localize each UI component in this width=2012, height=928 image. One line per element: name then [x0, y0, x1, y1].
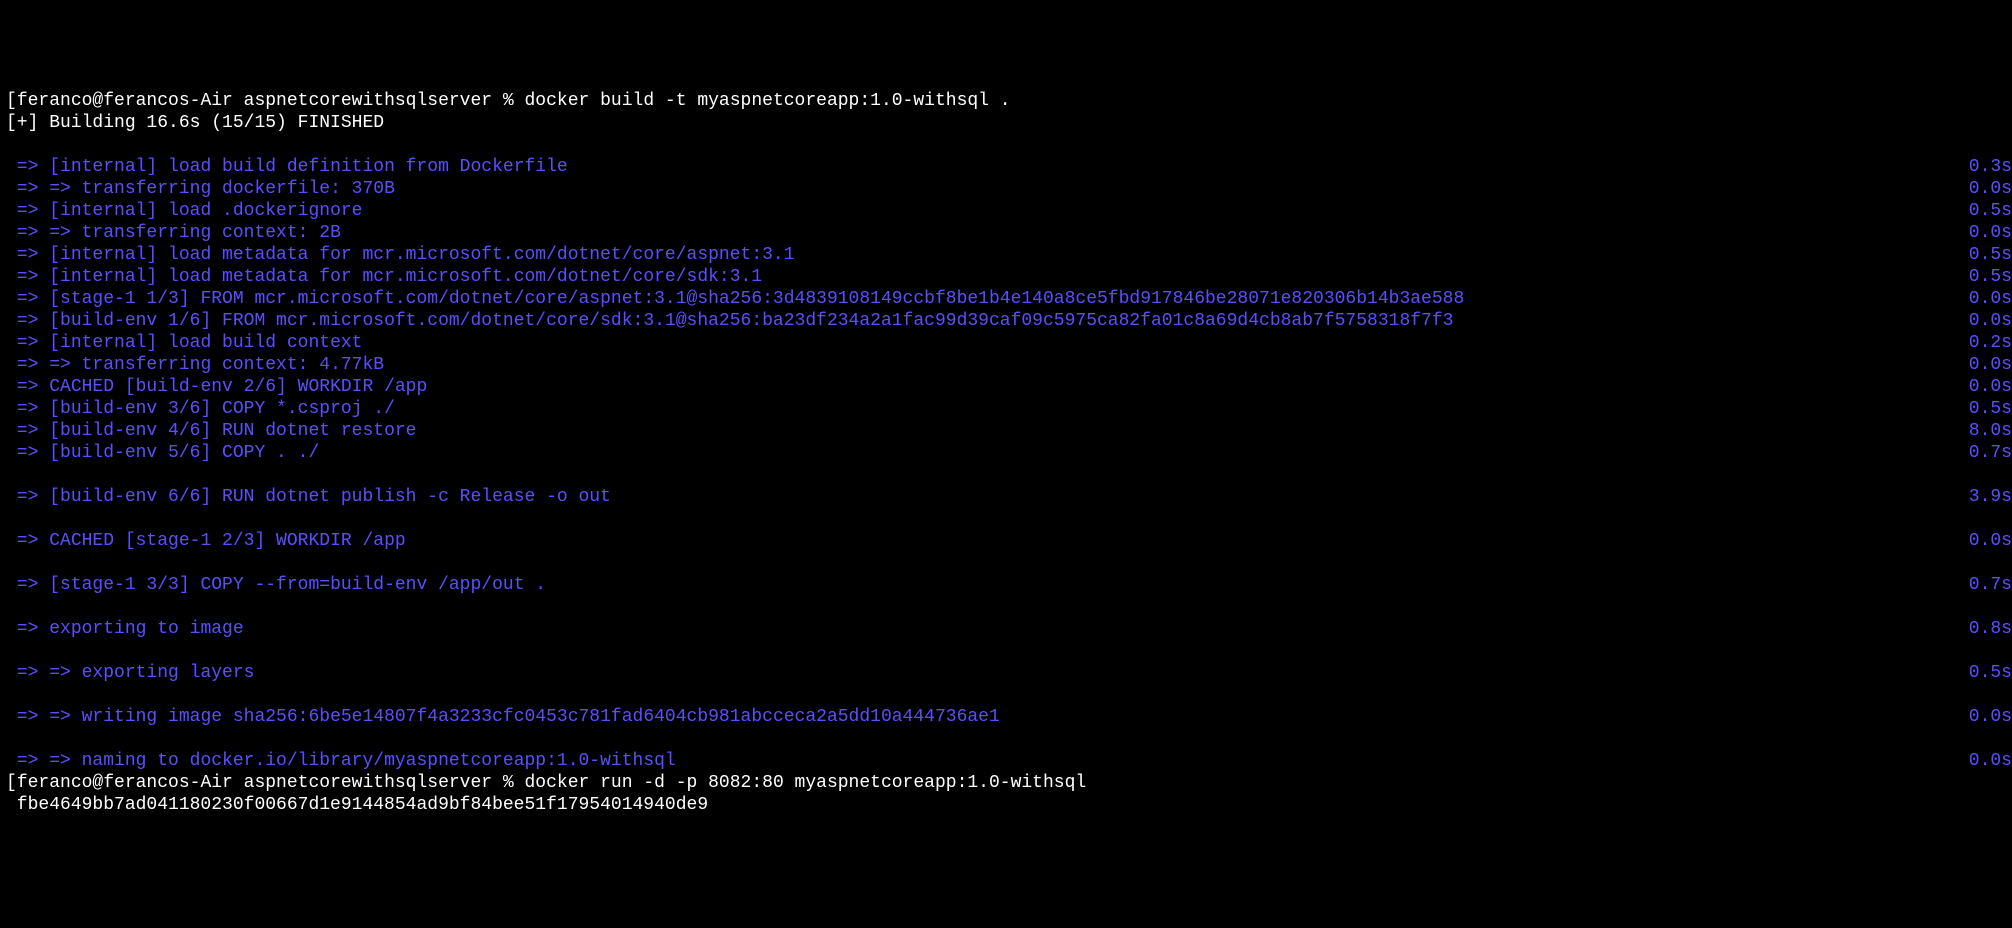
step-time: 0.5s: [1969, 200, 2012, 222]
step-text: [internal] load metadata for mcr.microso…: [49, 245, 794, 265]
step-text: [internal] load .dockerignore: [49, 201, 362, 221]
step-time: 0.5s: [1969, 398, 2012, 420]
step-time: 0.0s: [1969, 222, 2012, 244]
build-step-row: => => exporting layers 0.5s: [0, 662, 2012, 684]
step-time: 0.2s: [1969, 332, 2012, 354]
build-step-row: => [build-env 5/6] COPY . ./ 0.7s: [0, 442, 2012, 464]
step-time: 0.3s: [1969, 156, 2012, 178]
step-time: 0.5s: [1969, 266, 2012, 288]
step-text: exporting to image: [49, 619, 243, 639]
step-arrow-icon: => =>: [6, 179, 82, 199]
step-arrow-icon: =>: [6, 201, 49, 221]
step-time: 0.7s: [1969, 442, 2012, 464]
build-step-row: => [internal] load build definition from…: [0, 156, 2012, 178]
bracket-icon: [: [6, 91, 17, 111]
step-text: exporting layers: [82, 663, 255, 683]
step-arrow-icon: =>: [6, 245, 49, 265]
step-arrow-icon: =>: [6, 377, 49, 397]
step-time: 8.0s: [1969, 420, 2012, 442]
step-time: 0.7s: [1969, 574, 2012, 596]
terminal-output[interactable]: [feranco@ferancos-Air aspnetcorewithsqls…: [0, 90, 2012, 816]
build-step-row: => [build-env 3/6] COPY *.csproj ./ 0.5s: [0, 398, 2012, 420]
step-time: 0.0s: [1969, 178, 2012, 200]
build-step-row: => [build-env 1/6] FROM mcr.microsoft.co…: [0, 310, 2012, 332]
step-arrow-icon: =>: [6, 267, 49, 287]
step-time: 3.9s: [1969, 486, 2012, 508]
step-arrow-icon: => =>: [6, 355, 82, 375]
step-text: naming to docker.io/library/myaspnetcore…: [82, 751, 676, 771]
step-text: [build-env 1/6] FROM mcr.microsoft.com/d…: [49, 311, 1453, 331]
step-arrow-icon: =>: [6, 311, 49, 331]
bracket-icon: [: [6, 773, 17, 793]
build-step-row: => CACHED [build-env 2/6] WORKDIR /app 0.…: [0, 376, 2012, 398]
step-text: [build-env 6/6] RUN dotnet publish -c Re…: [49, 487, 611, 507]
step-time: 0.0s: [1969, 354, 2012, 376]
step-text: [build-env 4/6] RUN dotnet restore: [49, 421, 416, 441]
step-time: 0.5s: [1969, 244, 2012, 266]
step-time: 0.0s: [1969, 750, 2012, 772]
build-step-row: => [internal] load build context 0.2s: [0, 332, 2012, 354]
command-text: docker build -t myaspnetcoreapp:1.0-with…: [525, 91, 1011, 111]
step-arrow-icon: =>: [6, 575, 49, 595]
step-time: 0.0s: [1969, 310, 2012, 332]
step-arrow-icon: =>: [6, 157, 49, 177]
step-text: transferring dockerfile: 370B: [82, 179, 395, 199]
step-text: CACHED [build-env 2/6] WORKDIR /app: [49, 377, 427, 397]
step-arrow-icon: => =>: [6, 751, 82, 771]
prompt-line-1: [feranco@ferancos-Air aspnetcorewithsqls…: [0, 90, 2012, 112]
step-arrow-icon: =>: [6, 619, 49, 639]
step-text: [internal] load build context: [49, 333, 362, 353]
step-arrow-icon: => =>: [6, 223, 82, 243]
step-time: 0.0s: [1969, 706, 2012, 728]
build-step-row: => CACHED [stage-1 2/3] WORKDIR /app 0.0s: [0, 530, 2012, 552]
step-text: [internal] load metadata for mcr.microso…: [49, 267, 762, 287]
build-step-row: => [internal] load .dockerignore 0.5s: [0, 200, 2012, 222]
build-step-row: => [stage-1 3/3] COPY --from=build-env /…: [0, 574, 2012, 596]
command-text: docker run -d -p 8082:80 myaspnetcoreapp…: [525, 773, 1087, 793]
build-step-row: => => transferring context: 2B 0.0s: [0, 222, 2012, 244]
step-text: transferring context: 4.77kB: [82, 355, 384, 375]
step-arrow-icon: =>: [6, 399, 49, 419]
step-arrow-icon: =>: [6, 531, 49, 551]
step-arrow-icon: => =>: [6, 663, 82, 683]
step-time: 0.5s: [1969, 662, 2012, 684]
step-text: CACHED [stage-1 2/3] WORKDIR /app: [49, 531, 405, 551]
step-time: 0.8s: [1969, 618, 2012, 640]
step-arrow-icon: =>: [6, 421, 49, 441]
build-status: [+] Building 16.6s (15/15) FINISHED: [0, 112, 2012, 134]
step-arrow-icon: => =>: [6, 707, 82, 727]
step-text: [build-env 3/6] COPY *.csproj ./: [49, 399, 395, 419]
build-step-row: => => naming to docker.io/library/myaspn…: [0, 750, 2012, 772]
prompt-userhost: feranco@ferancos-Air aspnetcorewithsqlse…: [17, 773, 525, 793]
build-step-row: => [build-env 4/6] RUN dotnet restore 8.0…: [0, 420, 2012, 442]
step-text: [stage-1 1/3] FROM mcr.microsoft.com/dot…: [49, 289, 1464, 309]
build-step-row: => [internal] load metadata for mcr.micr…: [0, 266, 2012, 288]
prompt-userhost: feranco@ferancos-Air aspnetcorewithsqlse…: [17, 91, 525, 111]
build-step-row: => [internal] load metadata for mcr.micr…: [0, 244, 2012, 266]
container-id-output: fbe4649bb7ad041180230f00667d1e9144854ad9…: [0, 794, 2012, 816]
step-time: 0.0s: [1969, 376, 2012, 398]
step-text: [build-env 5/6] COPY . ./: [49, 443, 319, 463]
step-text: transferring context: 2B: [82, 223, 341, 243]
step-arrow-icon: =>: [6, 289, 49, 309]
step-text: writing image sha256:6be5e14807f4a3233cf…: [82, 707, 1000, 727]
step-time: 0.0s: [1969, 530, 2012, 552]
prompt-line-2: [feranco@ferancos-Air aspnetcorewithsqls…: [0, 772, 2012, 794]
step-arrow-icon: =>: [6, 443, 49, 463]
build-step-row: => [build-env 6/6] RUN dotnet publish -c…: [0, 486, 2012, 508]
step-text: [stage-1 3/3] COPY --from=build-env /app…: [49, 575, 546, 595]
build-step-row: => [stage-1 1/3] FROM mcr.microsoft.com/…: [0, 288, 2012, 310]
step-text: [internal] load build definition from Do…: [49, 157, 567, 177]
step-arrow-icon: =>: [6, 487, 49, 507]
build-step-row: => => writing image sha256:6be5e14807f4a…: [0, 706, 2012, 728]
step-time: 0.0s: [1969, 288, 2012, 310]
build-step-row: => => transferring dockerfile: 370B 0.0s: [0, 178, 2012, 200]
build-step-row: => => transferring context: 4.77kB 0.0s: [0, 354, 2012, 376]
build-step-row: => exporting to image 0.8s: [0, 618, 2012, 640]
step-arrow-icon: =>: [6, 333, 49, 353]
